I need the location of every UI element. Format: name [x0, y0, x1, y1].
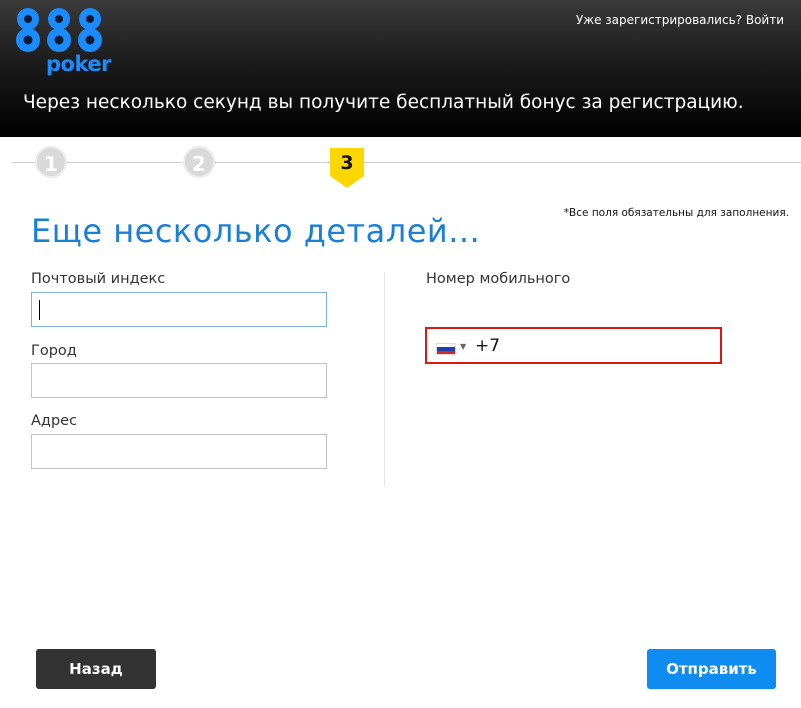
submit-button[interactable]: Отправить [647, 649, 776, 689]
step-2: 2 [183, 146, 215, 178]
russia-flag-icon[interactable] [436, 343, 456, 355]
page-title: Еще несколько деталей... [31, 212, 481, 250]
address-input[interactable] [31, 434, 327, 469]
step-3-label: 3 [340, 152, 354, 174]
city-label: Город [31, 343, 77, 359]
logo-subtitle: poker [46, 52, 111, 76]
step-1: 1 [35, 146, 67, 178]
back-button[interactable]: Назад [36, 649, 156, 689]
column-divider [384, 272, 385, 486]
city-input[interactable] [31, 363, 327, 398]
mobile-number-input[interactable]: ▼ +7 [425, 327, 722, 364]
registration-page: poker Уже зарегистрировались? Войти Чере… [0, 0, 801, 708]
address-label: Адрес [31, 413, 78, 429]
mobile-number-label: Номер мобильного [426, 271, 571, 287]
header: poker Уже зарегистрировались? Войти Чере… [0, 0, 801, 137]
text-caret [39, 300, 40, 320]
postal-code-label: Почтовый индекс [31, 271, 166, 287]
postal-code-input[interactable] [31, 292, 327, 327]
steps-progress-line [12, 162, 801, 163]
login-link[interactable]: Уже зарегистрировались? Войти [576, 12, 784, 28]
mobile-country-code: +7 [475, 336, 501, 356]
required-note: *Все поля обязательны для заполнения. [563, 207, 789, 219]
header-tagline: Через несколько секунд вы получите беспл… [23, 92, 744, 113]
chevron-down-icon[interactable]: ▼ [460, 343, 468, 351]
